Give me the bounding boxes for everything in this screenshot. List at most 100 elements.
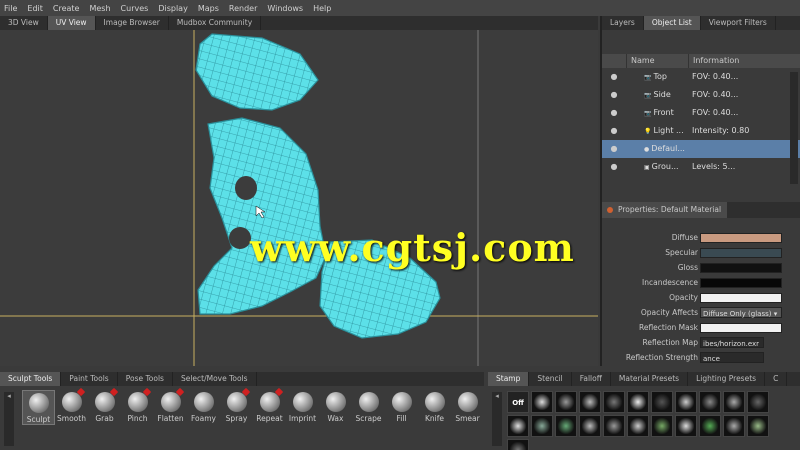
uv-viewport[interactable]: www.cgtsj.com bbox=[0, 30, 598, 366]
stamp-thumbnail[interactable] bbox=[507, 415, 529, 437]
tool-grab[interactable]: Grab bbox=[88, 390, 121, 425]
tab-c[interactable]: C bbox=[765, 372, 788, 386]
stamp-thumbnail[interactable] bbox=[555, 391, 577, 413]
menu-windows[interactable]: Windows bbox=[267, 4, 303, 13]
stamp-thumbnail[interactable] bbox=[651, 391, 673, 413]
property-dropdown[interactable]: Diffuse Only (glass) ▾ bbox=[700, 307, 782, 318]
menu-curves[interactable]: Curves bbox=[121, 4, 149, 13]
property-text-field[interactable]: ibes/horizon.exr bbox=[700, 337, 764, 348]
color-swatch[interactable] bbox=[700, 263, 782, 273]
color-swatch[interactable] bbox=[700, 323, 782, 333]
tab-lighting-presets[interactable]: Lighting Presets bbox=[688, 372, 766, 386]
menu-file[interactable]: File bbox=[4, 4, 17, 13]
smear-icon bbox=[457, 392, 478, 412]
stamp-tray-scrollbar[interactable]: ◂ bbox=[492, 392, 502, 446]
menu-render[interactable]: Render bbox=[229, 4, 257, 13]
tab-material-presets[interactable]: Material Presets bbox=[611, 372, 689, 386]
tool-fill[interactable]: Fill bbox=[385, 390, 418, 425]
tool-tray-scrollbar[interactable]: ◂ bbox=[4, 392, 14, 446]
stamp-thumbnail[interactable] bbox=[507, 439, 529, 450]
stamp-thumbnail[interactable] bbox=[747, 415, 769, 437]
tab-image-browser[interactable]: Image Browser bbox=[96, 16, 169, 30]
tab-select-move-tools[interactable]: Select/Move Tools bbox=[173, 372, 257, 386]
visibility-dot-icon[interactable]: ● bbox=[602, 158, 626, 176]
stamp-texture-icon bbox=[606, 418, 622, 434]
visibility-dot-icon[interactable]: ● bbox=[602, 140, 626, 158]
tab-sculpt-tools[interactable]: Sculpt Tools bbox=[0, 372, 62, 386]
object-row[interactable]: ● 📷 Side FOV: 0.40... bbox=[602, 86, 800, 104]
tab-uv-view[interactable]: UV View bbox=[47, 16, 96, 30]
tool-sculpt[interactable]: Sculpt bbox=[22, 390, 55, 425]
object-list-header: Name Information bbox=[602, 54, 800, 68]
stamp-thumbnail[interactable] bbox=[627, 391, 649, 413]
visibility-dot-icon[interactable]: ● bbox=[602, 86, 626, 104]
stamp-thumbnail[interactable] bbox=[723, 391, 745, 413]
stamp-thumbnail[interactable] bbox=[579, 415, 601, 437]
stamp-thumbnail[interactable] bbox=[531, 391, 553, 413]
tab-object-list[interactable]: Object List bbox=[643, 16, 701, 30]
stamp-thumbnail[interactable] bbox=[747, 391, 769, 413]
tab-stamp[interactable]: Stamp bbox=[488, 372, 530, 386]
tab-3d-view[interactable]: 3D View bbox=[0, 16, 48, 30]
tab-stencil[interactable]: Stencil bbox=[529, 372, 572, 386]
tool-pinch[interactable]: Pinch bbox=[121, 390, 154, 425]
stamp-thumbnail[interactable] bbox=[603, 391, 625, 413]
tab-viewport-filters[interactable]: Viewport Filters bbox=[701, 16, 776, 30]
object-row[interactable]: ● ▣ Grou... Levels: 5... bbox=[602, 158, 800, 176]
menu-display[interactable]: Display bbox=[158, 4, 188, 13]
camera-icon: 📷 bbox=[644, 74, 652, 81]
tool-scrape[interactable]: Scrape bbox=[352, 390, 385, 425]
tool-smooth[interactable]: Smooth bbox=[55, 390, 88, 425]
tab-layers[interactable]: Layers bbox=[602, 16, 644, 30]
menu-help[interactable]: Help bbox=[313, 4, 331, 13]
tool-imprint[interactable]: Imprint bbox=[286, 390, 319, 425]
object-row[interactable]: ● 💡 Light ... Intensity: 0.80 bbox=[602, 122, 800, 140]
tool-wax[interactable]: Wax bbox=[319, 390, 352, 425]
name-column-header[interactable]: Name bbox=[626, 54, 688, 68]
stamp-thumbnail[interactable] bbox=[555, 415, 577, 437]
tool-repeat[interactable]: Repeat bbox=[253, 390, 286, 425]
stamp-thumbnail[interactable] bbox=[627, 415, 649, 437]
object-list-scrollbar[interactable] bbox=[790, 72, 798, 184]
stamp-thumbnail[interactable] bbox=[531, 415, 553, 437]
tab-falloff[interactable]: Falloff bbox=[572, 372, 611, 386]
tab-paint-tools[interactable]: Paint Tools bbox=[61, 372, 118, 386]
color-swatch[interactable] bbox=[700, 248, 782, 258]
stamp-thumbnail[interactable] bbox=[651, 415, 673, 437]
stamp-thumbnail[interactable] bbox=[723, 415, 745, 437]
tab-mudbox-community[interactable]: Mudbox Community bbox=[169, 16, 262, 30]
visibility-dot-icon[interactable]: ● bbox=[602, 104, 626, 122]
menu-mesh[interactable]: Mesh bbox=[89, 4, 110, 13]
visibility-dot-icon[interactable]: ● bbox=[602, 122, 626, 140]
color-swatch[interactable] bbox=[700, 233, 782, 243]
object-row[interactable]: ● 📷 Front FOV: 0.40... bbox=[602, 104, 800, 122]
properties-tab[interactable]: Properties: Default Material bbox=[602, 202, 728, 218]
tool-label: Spray bbox=[225, 414, 248, 423]
stamp-thumbnail[interactable] bbox=[675, 415, 697, 437]
stamp-texture-icon bbox=[702, 394, 718, 410]
object-row[interactable]: ● 📷 Top FOV: 0.40... bbox=[602, 68, 800, 86]
stamp-texture-icon bbox=[582, 394, 598, 410]
tool-spray[interactable]: Spray bbox=[220, 390, 253, 425]
menu-maps[interactable]: Maps bbox=[198, 4, 219, 13]
object-row[interactable]: ● ● Defaul... bbox=[602, 140, 800, 158]
uv-canvas[interactable] bbox=[0, 30, 598, 366]
menu-edit[interactable]: Edit bbox=[27, 4, 43, 13]
color-swatch[interactable] bbox=[700, 278, 782, 288]
tool-foamy[interactable]: Foamy bbox=[187, 390, 220, 425]
info-column-header[interactable]: Information bbox=[688, 54, 800, 68]
stamp-off[interactable]: Off bbox=[507, 391, 529, 413]
stamp-thumbnail[interactable] bbox=[699, 415, 721, 437]
tool-smear[interactable]: Smear bbox=[451, 390, 484, 425]
stamp-thumbnail[interactable] bbox=[603, 415, 625, 437]
tool-knife[interactable]: Knife bbox=[418, 390, 451, 425]
stamp-thumbnail[interactable] bbox=[675, 391, 697, 413]
visibility-dot-icon[interactable]: ● bbox=[602, 68, 626, 86]
color-swatch[interactable] bbox=[700, 293, 782, 303]
stamp-thumbnail[interactable] bbox=[699, 391, 721, 413]
menu-create[interactable]: Create bbox=[53, 4, 80, 13]
stamp-thumbnail[interactable] bbox=[579, 391, 601, 413]
tab-pose-tools[interactable]: Pose Tools bbox=[118, 372, 173, 386]
property-text-field[interactable]: ance bbox=[700, 352, 764, 363]
tool-flatten[interactable]: Flatten bbox=[154, 390, 187, 425]
